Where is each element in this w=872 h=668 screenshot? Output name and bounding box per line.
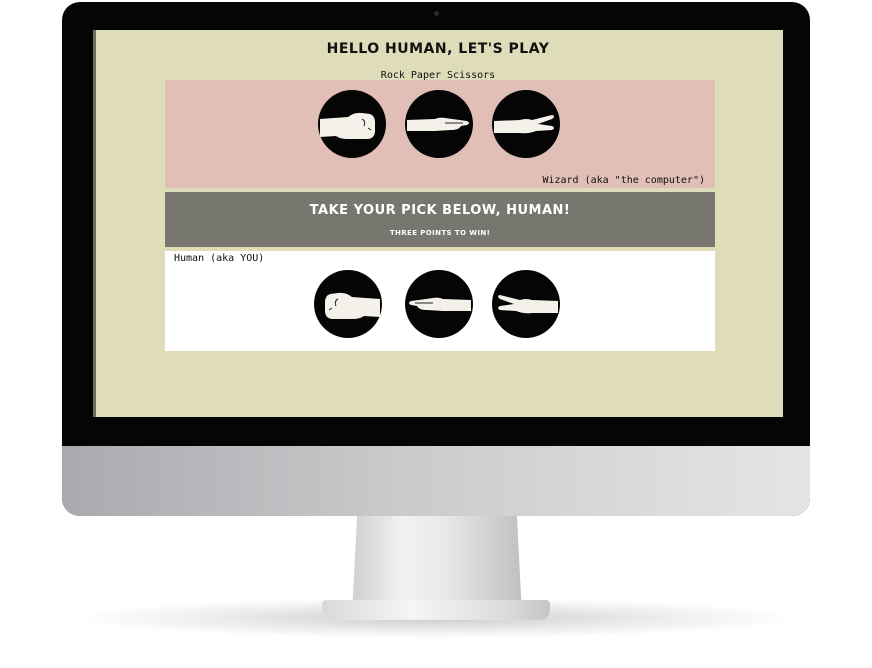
page-title: Hello Human, Let's play xyxy=(326,41,550,57)
wizard-label: Wizard (aka "the computer") xyxy=(542,175,705,186)
monitor-frame: Hello Human, Let's play Rock Paper Sciss… xyxy=(62,2,810,516)
fist-hand-icon xyxy=(325,292,380,319)
fist-hand-icon xyxy=(320,112,375,139)
paper-button[interactable] xyxy=(405,270,473,338)
monitor-chin xyxy=(62,446,810,516)
wizard-paper-choice xyxy=(405,90,473,158)
flat-hand-icon xyxy=(409,297,471,311)
wizard-rock-choice xyxy=(318,90,386,158)
screen-edge xyxy=(93,30,96,417)
wizard-panel: Wizard (aka "the computer") xyxy=(165,80,715,188)
scissors-button[interactable] xyxy=(492,270,560,338)
instruction-banner: Take your pick below, human! Three point… xyxy=(165,192,715,247)
rock-button[interactable] xyxy=(314,270,382,338)
wizard-scissors-choice xyxy=(492,90,560,158)
flat-hand-icon xyxy=(407,117,469,131)
scissors-hand-icon xyxy=(494,115,554,134)
banner-subheading: Three points to win! xyxy=(389,229,491,237)
banner-heading: Take your pick below, human! xyxy=(309,203,571,218)
human-label: Human (aka YOU) xyxy=(174,253,265,264)
camera-icon xyxy=(434,11,439,16)
scissors-hand-icon xyxy=(498,295,558,314)
monitor-stand-base xyxy=(322,600,550,620)
human-panel: Human (aka YOU) xyxy=(165,251,715,351)
game-screen: Hello Human, Let's play Rock Paper Sciss… xyxy=(93,30,783,417)
